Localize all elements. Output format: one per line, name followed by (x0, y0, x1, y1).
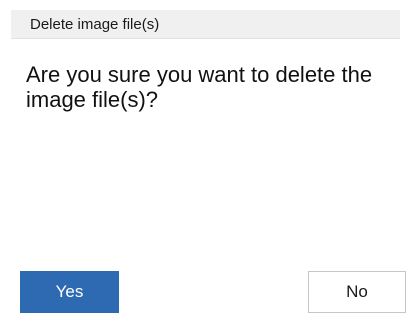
dialog-message: Are you sure you want to delete the imag… (26, 62, 373, 112)
dialog-title: Delete image file(s) (30, 16, 160, 33)
yes-button[interactable]: Yes (20, 271, 119, 313)
dialog-title-bar: Delete image file(s) (11, 10, 400, 39)
delete-confirmation-dialog: Delete image file(s) Are you sure you wa… (0, 0, 409, 320)
no-button[interactable]: No (308, 271, 406, 313)
